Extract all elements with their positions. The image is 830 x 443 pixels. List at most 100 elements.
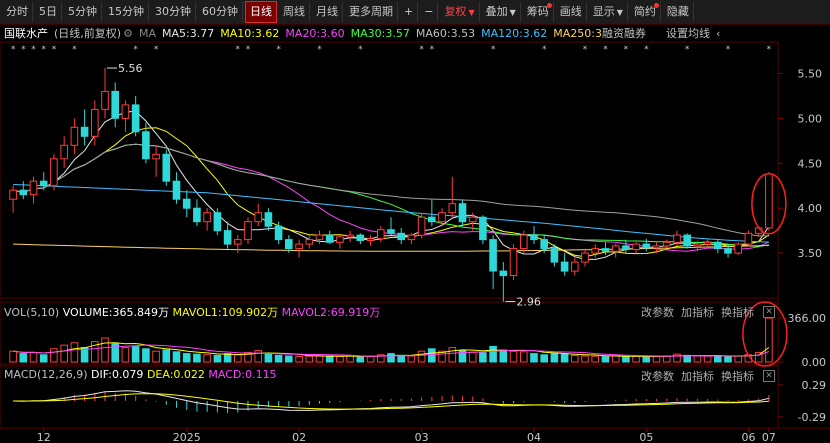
candle <box>662 241 671 247</box>
event-marker: * <box>624 45 629 55</box>
candle <box>336 236 344 243</box>
volume-bar <box>601 356 610 363</box>
volume-bar <box>530 353 538 363</box>
candle <box>673 234 681 243</box>
candle <box>193 207 201 223</box>
candle <box>417 216 426 236</box>
candle <box>428 216 436 223</box>
ma10-line <box>12 127 770 258</box>
volume-bar <box>540 354 549 363</box>
vol-switch-indicator-button[interactable]: 换指标 <box>721 304 754 320</box>
candle <box>458 203 467 223</box>
volume-bar <box>39 354 48 363</box>
volume-bar <box>142 348 150 363</box>
volume-bar <box>550 352 559 363</box>
candle <box>203 212 211 223</box>
x-tick-label: 02 <box>292 431 306 443</box>
candle <box>80 126 89 137</box>
macd-switch-indicator-button[interactable]: 换指标 <box>721 368 754 384</box>
event-marker: * <box>583 45 588 55</box>
macd-add-indicator-button[interactable]: 加指标 <box>681 368 714 384</box>
volume-bar <box>448 347 457 363</box>
candle <box>356 234 365 242</box>
candle <box>274 225 283 241</box>
vol-add-indicator-button[interactable]: 加指标 <box>681 304 714 320</box>
candle <box>39 180 48 187</box>
x-tick-label: 05 <box>639 431 653 443</box>
macd-tick-label: 0.29 <box>802 379 827 392</box>
vol-tick-label: 366.00 <box>788 312 827 325</box>
macd-close-icon[interactable]: ✕ <box>763 370 775 382</box>
vol-params-button[interactable]: 改参数 <box>641 304 674 320</box>
volume-bar <box>203 354 211 363</box>
candle <box>387 229 395 234</box>
event-marker: * <box>317 45 322 55</box>
candle <box>642 243 651 249</box>
candle <box>244 221 252 241</box>
candle <box>560 261 569 272</box>
vol-close-icon[interactable]: ✕ <box>763 306 775 318</box>
event-marker: * <box>236 45 241 55</box>
volume-bar <box>305 355 314 363</box>
candle <box>315 234 324 241</box>
dea-value: DEA:0.022 <box>146 368 205 381</box>
volume-bar <box>193 353 201 363</box>
event-marker: * <box>52 45 57 55</box>
x-tick-label: 03 <box>415 431 429 443</box>
macd-value: MACD:0.115 <box>208 368 277 381</box>
macd-legend: MACD(12,26,9) DIF:0.079 DEA:0.022 MACD:0… <box>4 368 277 381</box>
candle <box>182 198 191 209</box>
candle <box>29 180 38 196</box>
candle <box>703 241 712 245</box>
candle <box>479 216 487 241</box>
volume-bar <box>325 355 334 363</box>
volume-bar <box>397 354 405 363</box>
volume-bar <box>356 356 365 363</box>
candle <box>499 270 508 277</box>
event-marker: * <box>21 45 26 55</box>
x-tick-label: 2025 <box>173 431 201 443</box>
high-annotation-label: 5.56 <box>118 62 143 75</box>
event-marker: * <box>419 45 424 55</box>
volume-bar <box>560 353 569 363</box>
event-marker: * <box>246 45 251 55</box>
mavol1-value: MAVOL1:109.902万 <box>172 306 279 319</box>
candle <box>571 261 579 272</box>
volume-bar <box>366 356 375 363</box>
y-tick-label: 4.50 <box>798 157 823 170</box>
volume-bar <box>520 351 528 363</box>
macd-params-button[interactable]: 改参数 <box>641 368 674 384</box>
vol-tick-label: 0.00 <box>802 356 827 369</box>
volume-bar <box>407 355 416 363</box>
volume-bar <box>734 355 743 363</box>
volume-bar <box>632 355 640 363</box>
volume-bar <box>274 354 283 363</box>
candle <box>540 239 549 250</box>
volume-bar <box>121 347 130 363</box>
event-marker: * <box>430 45 435 55</box>
low-annotation-label: 2.96 <box>516 296 541 309</box>
volume-bar <box>571 354 579 363</box>
event-marker: * <box>358 45 363 55</box>
volume-bar <box>387 353 395 363</box>
volume-legend: VOL(5,10) VOLUME:365.849万 MAVOL1:109.902… <box>4 304 380 320</box>
candle <box>601 248 610 252</box>
volume-bar <box>724 356 732 363</box>
dif-value: DIF:0.079 <box>91 368 144 381</box>
candle <box>264 212 273 227</box>
volume-bar <box>336 356 344 363</box>
event-marker: * <box>491 45 496 55</box>
volume-bar <box>693 355 702 363</box>
x-tick-label: 07 <box>762 431 776 443</box>
candle <box>632 243 640 251</box>
candle <box>407 234 416 241</box>
event-marker: * <box>133 45 138 55</box>
event-marker: * <box>11 45 16 55</box>
volume-bar <box>652 356 661 363</box>
candle <box>693 243 702 247</box>
volume-bar <box>162 349 171 363</box>
candle <box>254 212 262 223</box>
event-marker: * <box>72 45 77 55</box>
candle <box>60 144 69 160</box>
volume-bar <box>19 353 28 363</box>
